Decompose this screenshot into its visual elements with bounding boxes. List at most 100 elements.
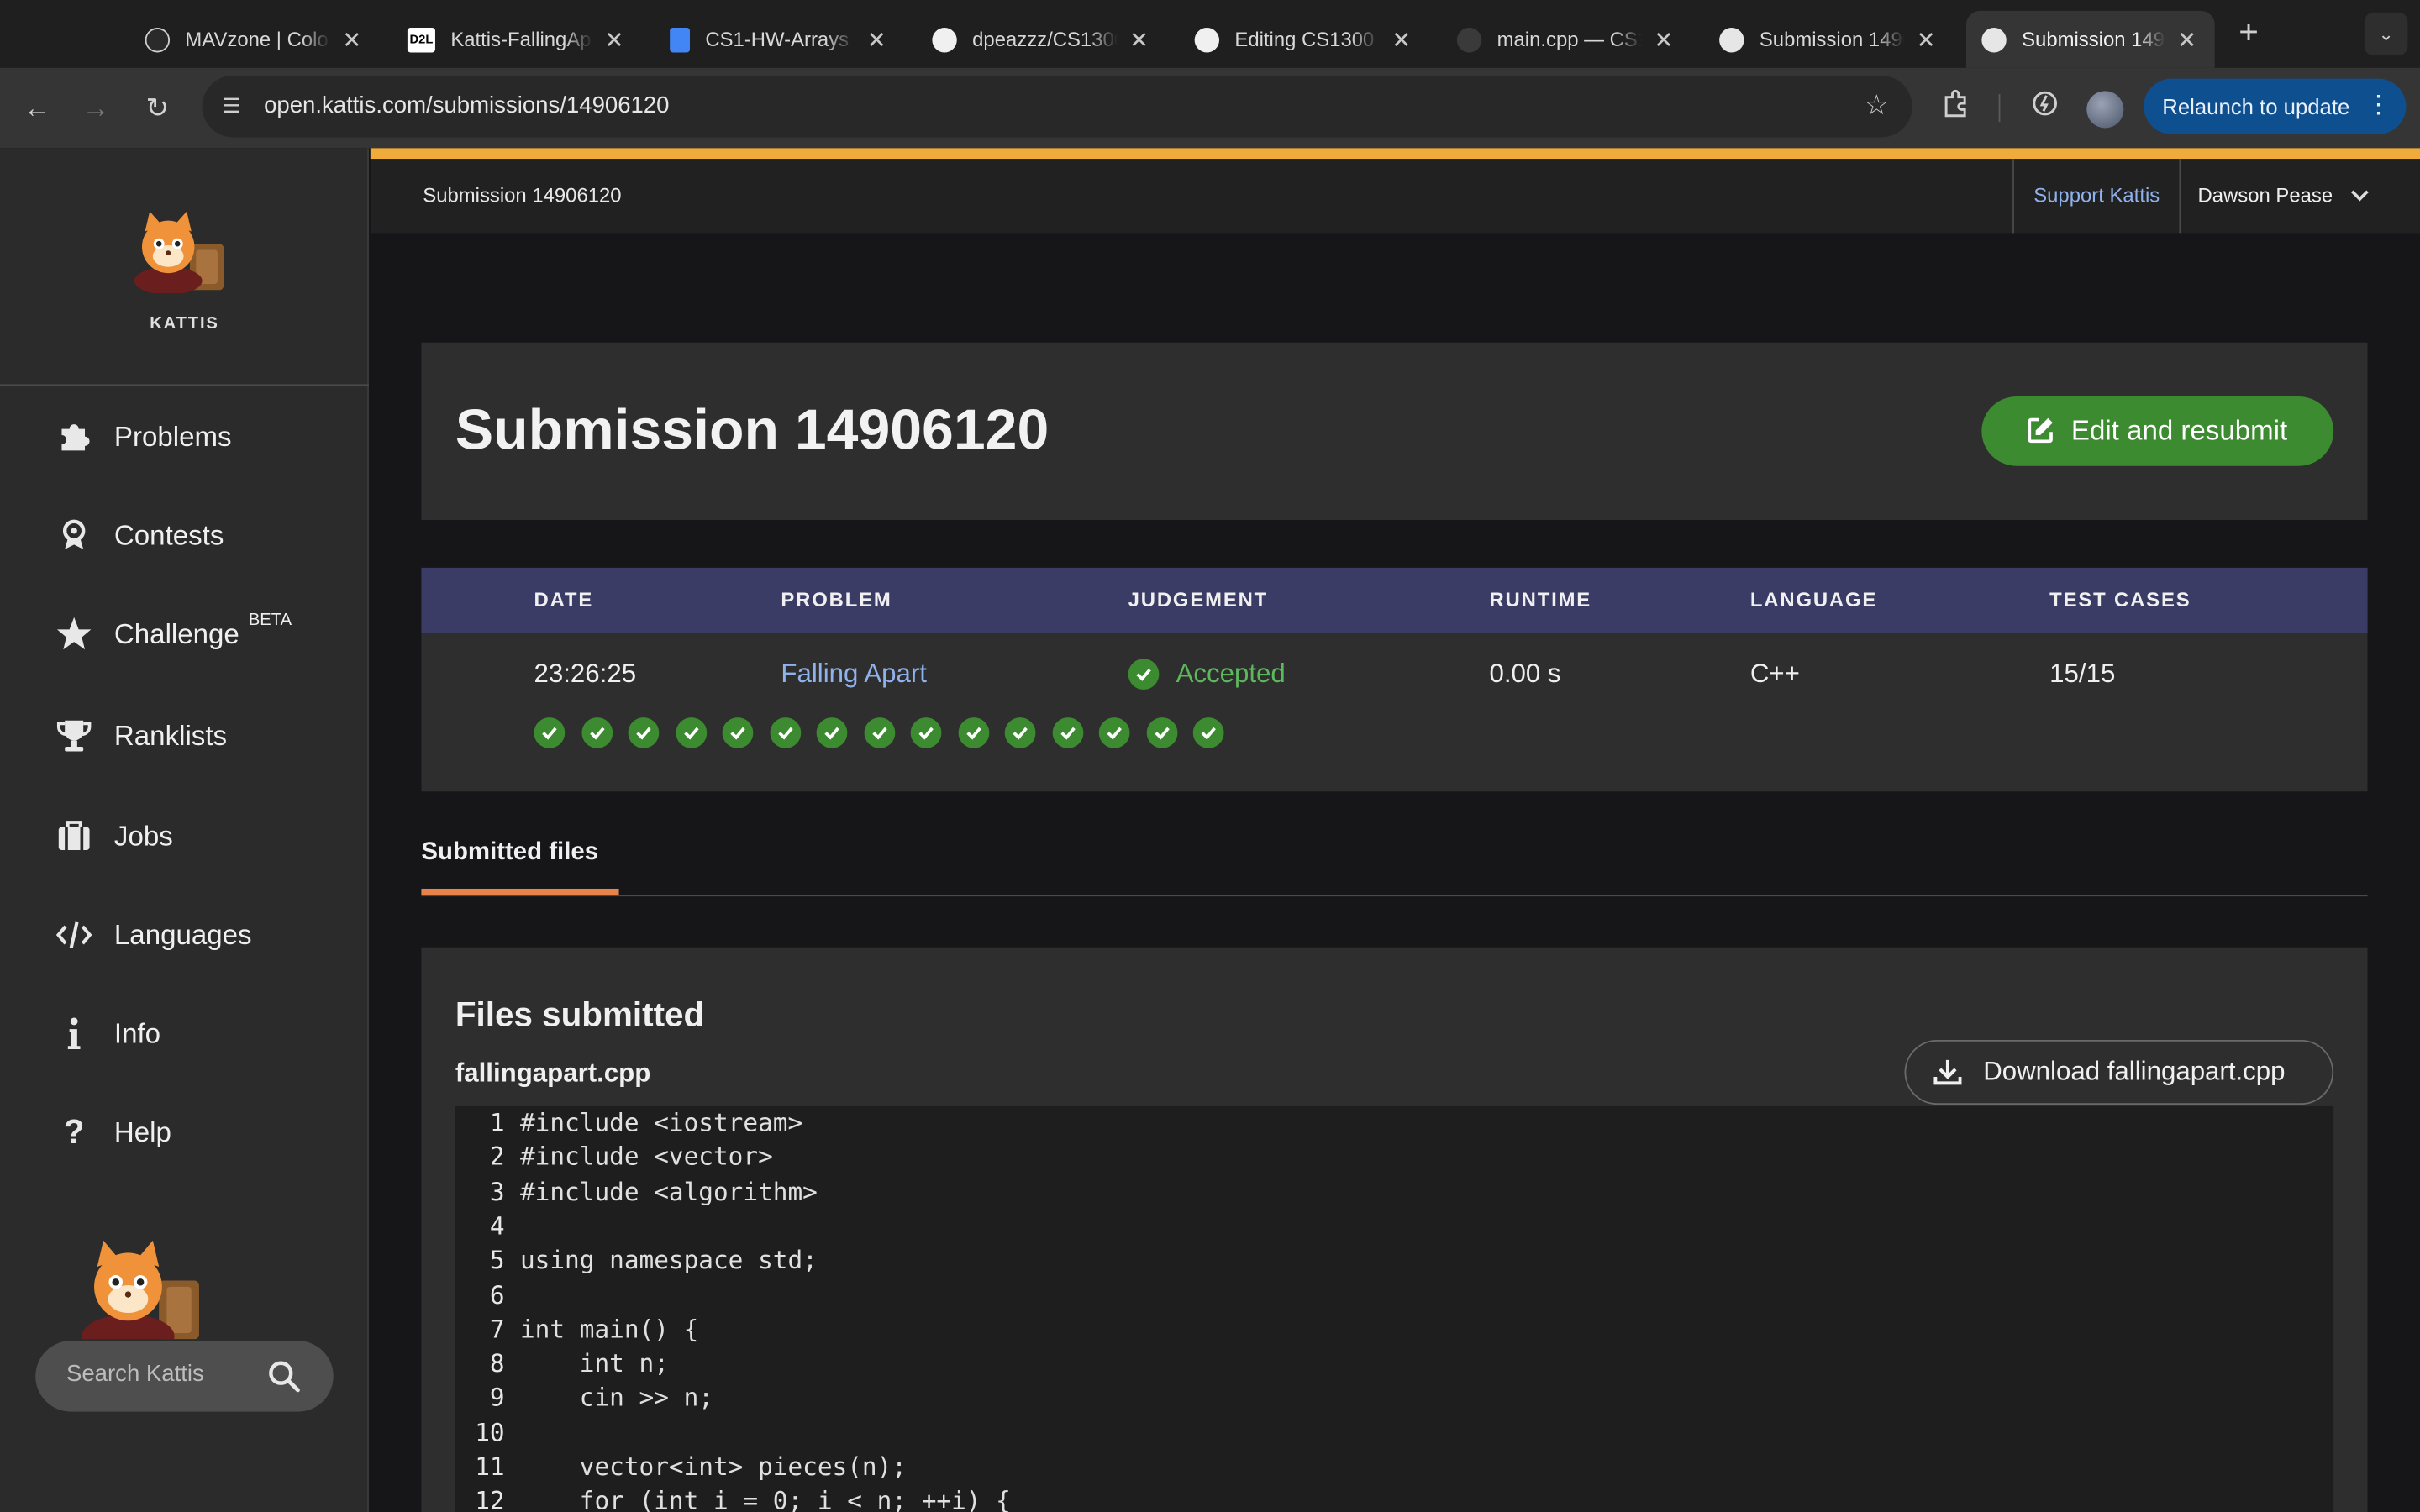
column-header-language: LANGUAGE [1749, 587, 1878, 612]
tab-cs1-hw-arrays[interactable]: CS1-HW-Arrays ✕ [655, 11, 905, 68]
test-case-passed-icon[interactable] [1145, 717, 1177, 748]
profile-avatar[interactable] [2086, 91, 2124, 129]
chevron-down-icon [2351, 160, 2370, 234]
close-tab-icon[interactable]: ✕ [865, 25, 889, 53]
line-number: 4 [489, 1210, 505, 1241]
edit-and-resubmit-label: Edit and resubmit [2070, 415, 2288, 446]
test-case-passed-icon[interactable] [769, 717, 801, 748]
sidebar-item-challenge[interactable]: Challenge BETA [55, 611, 292, 657]
sidebar-item-label: Problems [113, 420, 232, 452]
kattis-logo-text: KATTIS [150, 314, 219, 333]
user-menu[interactable]: Dawson Pease [2198, 159, 2370, 233]
accent-stripe [370, 148, 2420, 160]
tab-submission-1[interactable]: Submission 14906120 ✕ [1704, 11, 1954, 68]
test-case-passed-icon[interactable] [675, 717, 707, 748]
address-bar[interactable]: ☰ open.kattis.com/submissions/14906120 ☆ [202, 76, 1912, 138]
tab-github-editing[interactable]: Editing CS1300 ✕ [1179, 11, 1429, 68]
sidebar-item-info[interactable]: Info [55, 1011, 160, 1057]
kattis-mascot-icon [82, 1240, 199, 1340]
tab-github-dpeazzz[interactable]: dpeazzz/CS1300 ✕ [917, 11, 1167, 68]
search-icon[interactable] [266, 1357, 302, 1394]
site-info-icon[interactable]: ☰ [216, 91, 247, 122]
judgement-status: Accepted [1128, 659, 1286, 690]
test-case-passed-icon[interactable] [816, 717, 848, 748]
tab-submitted-files[interactable]: Submitted files [421, 839, 598, 867]
tab-title: MAVzone | Colorado Mesa University [185, 28, 330, 51]
test-case-passed-icon[interactable] [957, 717, 989, 748]
support-kattis-link[interactable]: Support Kattis [2012, 159, 2181, 234]
page-title: Submission 14906120 [455, 397, 1050, 462]
test-case-passed-icon[interactable] [1192, 717, 1224, 748]
browser-window: MAVzone | Colorado Mesa University ✕ D2L… [0, 0, 2420, 1512]
test-case-passed-icon[interactable] [1098, 717, 1130, 748]
close-tab-icon[interactable]: ✕ [1651, 25, 1676, 53]
bookmark-star-icon[interactable]: ☆ [1865, 90, 1890, 123]
test-case-passed-icon[interactable] [1051, 717, 1083, 748]
download-file-button[interactable]: Download fallingapart.cpp [1904, 1039, 2334, 1105]
tab-kattis-fallingapart[interactable]: D2L Kattis-FallingApart ✕ [392, 11, 643, 68]
sidebar-item-languages[interactable]: Languages [55, 912, 252, 958]
breadcrumb[interactable]: Submission 14906120 [423, 184, 621, 207]
sidebar-item-ranklists[interactable]: Ranklists [55, 713, 227, 759]
test-case-passed-icon[interactable] [722, 717, 754, 748]
sidebar-item-label: Ranklists [113, 719, 228, 751]
close-tab-icon[interactable]: ✕ [1914, 25, 1939, 53]
test-case-passed-icon[interactable] [581, 717, 613, 748]
sidebar-item-label: Languages [113, 918, 252, 950]
code-viewer[interactable]: 1 #include <iostream> 2 #include <vector> 3 #… [455, 1105, 2334, 1512]
file-name: fallingapart.cpp [455, 1058, 651, 1088]
test-case-passed-icon[interactable] [628, 717, 660, 748]
close-tab-icon[interactable]: ✕ [1127, 25, 1151, 53]
contest-icon [55, 517, 92, 554]
line-number: 3 [489, 1176, 505, 1206]
column-header-runtime: RUNTIME [1489, 587, 1592, 612]
download-icon [1933, 1059, 1962, 1085]
column-header-judgement: JUDGEMENT [1128, 587, 1269, 612]
close-tab-icon[interactable]: ✕ [602, 25, 626, 53]
briefcase-icon [55, 817, 92, 854]
forward-arrow-icon[interactable]: → [76, 88, 116, 129]
relaunch-button[interactable]: Relaunch to update ⋮ [2144, 78, 2407, 134]
tab-strip: MAVzone | Colorado Mesa University ✕ D2L… [0, 0, 2420, 68]
search-box[interactable] [35, 1341, 334, 1412]
kattis-icon [1719, 27, 1744, 52]
url-text[interactable]: open.kattis.com/submissions/14906120 [264, 92, 669, 118]
chevron-down-icon[interactable]: ⌄ [2364, 12, 2408, 56]
search-input[interactable] [66, 1361, 267, 1388]
new-tab-icon[interactable]: + [2232, 14, 2265, 49]
sidebar-item-jobs[interactable]: Jobs [55, 813, 173, 859]
sidebar-item-problems[interactable]: Problems [55, 413, 232, 459]
check-circle-icon [1128, 659, 1160, 690]
sidebar-item-label: Challenge [113, 617, 239, 649]
test-case-passed-icon[interactable] [910, 717, 942, 748]
close-tab-icon[interactable]: ✕ [339, 25, 364, 53]
more-vert-icon[interactable]: ⋮ [2366, 79, 2391, 134]
tab-submission-active[interactable]: Submission 14906120 ✕ [1966, 10, 2215, 68]
close-tab-icon[interactable]: ✕ [2175, 25, 2199, 53]
sidebar-item-contests[interactable]: Contests [55, 512, 224, 559]
sidebar-item-help[interactable]: ? Help [55, 1110, 171, 1156]
back-arrow-icon[interactable]: ← [17, 88, 57, 129]
tab-github-main-cpp[interactable]: main.cpp — CS1300 ✕ [1442, 11, 1692, 68]
test-case-passed-icon[interactable] [534, 717, 566, 748]
tab-mavzone[interactable]: MAVzone | Colorado Mesa University ✕ [129, 11, 380, 68]
relaunch-label: Relaunch to update [2162, 94, 2350, 119]
reload-icon[interactable]: ↻ [137, 88, 177, 129]
test-case-passed-icon[interactable] [1004, 717, 1036, 748]
problem-link[interactable]: Falling Apart [781, 659, 927, 690]
edit-and-resubmit-button[interactable]: Edit and resubmit [1981, 396, 2334, 466]
test-case-passed-icon[interactable] [863, 717, 895, 748]
github-icon [1194, 27, 1220, 52]
table-header: DATE PROBLEM JUDGEMENT RUNTIME LANGUAGE … [421, 567, 2368, 633]
sidebar-item-label: Info [113, 1017, 161, 1049]
line-number: 12 [475, 1486, 505, 1512]
kattis-logo-icon[interactable] [128, 210, 239, 293]
line-number: 1 [489, 1107, 505, 1137]
extensions-icon[interactable] [1935, 88, 1975, 129]
star-icon [55, 616, 92, 653]
tab-title: Submission 14906120 [2022, 28, 2165, 51]
runtime-value: 0.00 s [1489, 659, 1561, 689]
test-cases-value: 15/15 [2049, 659, 2116, 689]
close-tab-icon[interactable]: ✕ [1389, 25, 1413, 53]
performance-icon[interactable] [2025, 88, 2065, 129]
